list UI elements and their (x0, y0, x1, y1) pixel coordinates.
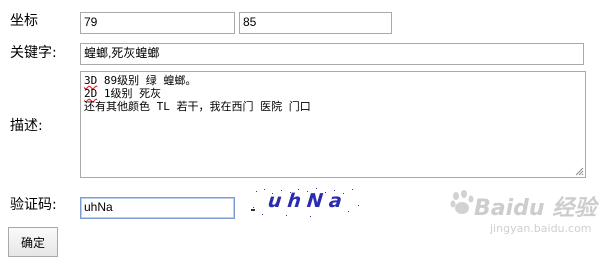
keywords-label: 关键字: (10, 45, 57, 61)
keywords-input[interactable]: 蝗螂,死灰蝗螂 (80, 43, 584, 65)
description-line-prefix: 2D (84, 87, 98, 100)
captcha-input[interactable]: uhNa (80, 197, 235, 219)
description-line: 2D 1级别 死灰 (84, 87, 582, 100)
captcha-image-text: uhNa (266, 190, 349, 212)
description-line: 还有其他颜色 TL 若干，我在西门 医院 门口 (84, 100, 582, 113)
description-textarea[interactable]: 3D 89级别 绿 蝗螂。 2D 1级别 死灰 还有其他颜色 TL 若干，我在西… (80, 71, 586, 178)
description-label: 描述: (10, 118, 43, 134)
description-line-text: 还有其他颜色 TL 若干，我在西门 医院 门口 (84, 100, 311, 113)
watermark-url: jingyan.baidu.com (490, 222, 592, 235)
description-line-text: 1级别 死灰 (97, 87, 162, 100)
baidu-jingyan-watermark: Baidu 经验 jingyan.baidu.com (450, 186, 596, 250)
description-line-prefix: 3D (84, 74, 98, 87)
coord-y-input[interactable]: 85 (239, 12, 392, 34)
coord-x-input[interactable]: 79 (80, 12, 235, 34)
submit-button[interactable]: 确定 (8, 227, 58, 257)
description-line-text: 89级别 绿 蝗螂。 (97, 74, 197, 87)
poi-form: 坐标 79 85 关键字: 蝗螂,死灰蝗螂 描述: 3D 89级别 绿 蝗螂。 … (0, 0, 608, 257)
watermark-brand: Baidu 经验 (474, 196, 597, 221)
paw-logo-icon (450, 190, 474, 214)
resize-grip-icon[interactable] (575, 167, 584, 176)
captcha-label: 验证码: (10, 197, 57, 213)
description-line: 3D 89级别 绿 蝗螂。 (84, 74, 582, 87)
coords-label: 坐标 (10, 13, 38, 29)
